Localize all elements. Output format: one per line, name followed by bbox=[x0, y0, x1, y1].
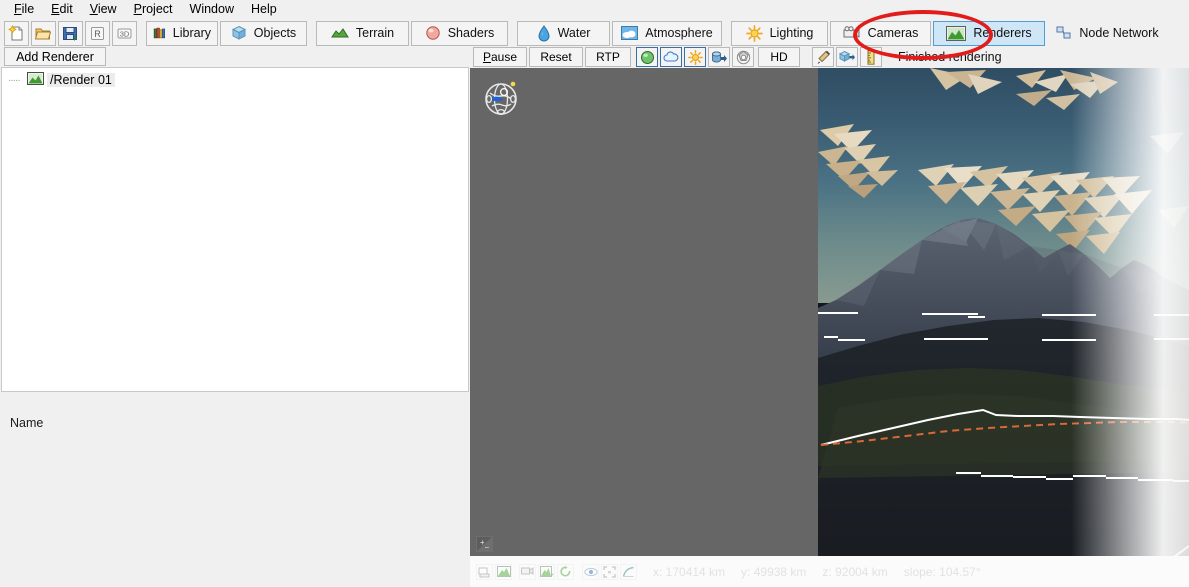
library-icon bbox=[153, 27, 165, 39]
slope-text: slope: 104.57° bbox=[903, 564, 981, 579]
tree-connector: ····· bbox=[8, 74, 21, 86]
menu-bar: File Edit View Project Window Help bbox=[0, 0, 1189, 19]
render-toolbar: Pause Reset RTP HD Finished rendering bbox=[470, 46, 1189, 68]
water-button[interactable]: Water bbox=[517, 20, 610, 46]
exposure-icon[interactable]: + − bbox=[476, 536, 493, 552]
render-status-text: Finished rendering bbox=[898, 50, 1002, 64]
terrain-label: Terrain bbox=[355, 26, 395, 40]
lighting-button[interactable]: Lighting bbox=[731, 20, 828, 46]
node-network-button[interactable]: Node Network bbox=[1047, 21, 1167, 46]
coord-y-text: y: 49938 km bbox=[741, 564, 807, 579]
add-renderer-button[interactable]: Add Renderer bbox=[4, 47, 106, 66]
object-place-icon[interactable] bbox=[836, 47, 858, 67]
new-project-icon[interactable] bbox=[4, 20, 29, 46]
hd-button[interactable]: HD bbox=[758, 47, 800, 67]
menu-help[interactable]: Help bbox=[243, 0, 286, 19]
renderer-tree[interactable]: ····· /Render 01 bbox=[1, 67, 469, 392]
menu-project[interactable]: Project bbox=[126, 0, 182, 19]
render-viewport[interactable]: + − bbox=[470, 68, 1189, 556]
preview-3d-icon[interactable]: 3D bbox=[112, 20, 137, 46]
renderer-properties-form: Name Render 01 ? bbox=[0, 366, 470, 587]
shaders-icon bbox=[426, 26, 440, 40]
rendered-image[interactable] bbox=[818, 68, 1189, 556]
menu-view[interactable]: View bbox=[82, 0, 126, 19]
coord-z-text: z: 92004 km bbox=[822, 564, 888, 579]
image-view-icon[interactable] bbox=[495, 563, 512, 580]
svg-text:R: R bbox=[94, 29, 101, 39]
render-icon[interactable]: R bbox=[85, 20, 110, 46]
menu-edit[interactable]: Edit bbox=[43, 0, 82, 19]
objects-label: Objects bbox=[253, 26, 297, 40]
atmosphere-icon bbox=[621, 26, 639, 40]
save-image-icon[interactable] bbox=[476, 563, 493, 580]
terrain-button[interactable]: Terrain bbox=[316, 20, 409, 46]
shaders-label: Shaders bbox=[447, 26, 495, 40]
eye-visibility-icon[interactable] bbox=[582, 563, 599, 580]
curve-tool-icon[interactable] bbox=[620, 563, 637, 580]
cameras-label: Cameras bbox=[867, 26, 919, 40]
renderers-icon bbox=[946, 25, 967, 41]
coord-x-text: x: 170414 km bbox=[653, 564, 726, 579]
navigation-globe-icon[interactable] bbox=[482, 78, 522, 118]
node-network-label: Node Network bbox=[1079, 26, 1159, 40]
left-panel: Add Renderer ····· /Render 01 Name bbox=[0, 46, 470, 587]
terrain-icon bbox=[330, 28, 349, 38]
sun-lighting-icon[interactable] bbox=[684, 47, 706, 67]
tree-item-render-01[interactable]: ····· /Render 01 bbox=[2, 71, 468, 89]
renderers-label: Renderers bbox=[973, 26, 1032, 40]
image-options-icon[interactable] bbox=[538, 563, 555, 580]
status-bar: x: 170414 km y: 49938 km z: 92004 km slo… bbox=[470, 556, 1189, 587]
atmosphere-button[interactable]: Atmosphere bbox=[612, 20, 722, 46]
water-label: Water bbox=[557, 26, 591, 40]
menu-file[interactable]: File bbox=[6, 0, 43, 19]
library-button[interactable]: Library bbox=[146, 20, 218, 46]
reset-button[interactable]: Reset bbox=[529, 47, 583, 67]
aperture-icon[interactable] bbox=[732, 47, 754, 67]
objects-icon bbox=[231, 25, 246, 40]
objects-button[interactable]: Objects bbox=[220, 20, 307, 46]
terragen-main-window: File Edit View Project Window Help R 3D … bbox=[0, 0, 1189, 587]
renderer-node-icon bbox=[27, 72, 44, 88]
save-project-icon[interactable] bbox=[58, 20, 83, 46]
svg-text:3D: 3D bbox=[120, 29, 130, 38]
renderers-button[interactable]: Renderers bbox=[933, 20, 1045, 46]
measure-ruler-icon[interactable] bbox=[860, 47, 882, 67]
rtp-button[interactable]: RTP bbox=[585, 47, 631, 67]
copy-image-icon[interactable] bbox=[519, 563, 536, 580]
fit-to-window-icon[interactable] bbox=[601, 563, 618, 580]
main-toolbar: R 3D Library Objects Terrain Shaders Wat… bbox=[0, 19, 1189, 47]
library-label: Library bbox=[172, 26, 211, 40]
node-network-icon bbox=[1056, 26, 1071, 39]
cameras-button[interactable]: Cameras bbox=[830, 20, 931, 46]
atmosphere-label: Atmosphere bbox=[645, 26, 713, 40]
sphere-quality-icon[interactable] bbox=[636, 47, 658, 67]
cloud-toggle-icon[interactable] bbox=[660, 47, 682, 67]
open-project-icon[interactable] bbox=[31, 20, 56, 46]
lighting-icon bbox=[745, 24, 763, 42]
paint-brush-icon[interactable] bbox=[812, 47, 834, 67]
menu-window[interactable]: Window bbox=[182, 0, 243, 19]
shaders-button[interactable]: Shaders bbox=[411, 20, 508, 46]
name-label: Name bbox=[10, 416, 44, 430]
tree-item-label: /Render 01 bbox=[47, 73, 115, 87]
cameras-icon bbox=[843, 26, 860, 38]
pause-label-rest: ause bbox=[490, 50, 518, 64]
render-to-disk-icon[interactable] bbox=[708, 47, 730, 67]
water-icon bbox=[538, 24, 550, 41]
refresh-icon[interactable] bbox=[557, 563, 574, 580]
svg-text:−: − bbox=[485, 543, 490, 552]
pause-button[interactable]: Pause bbox=[473, 47, 527, 67]
lighting-label: Lighting bbox=[769, 26, 814, 40]
